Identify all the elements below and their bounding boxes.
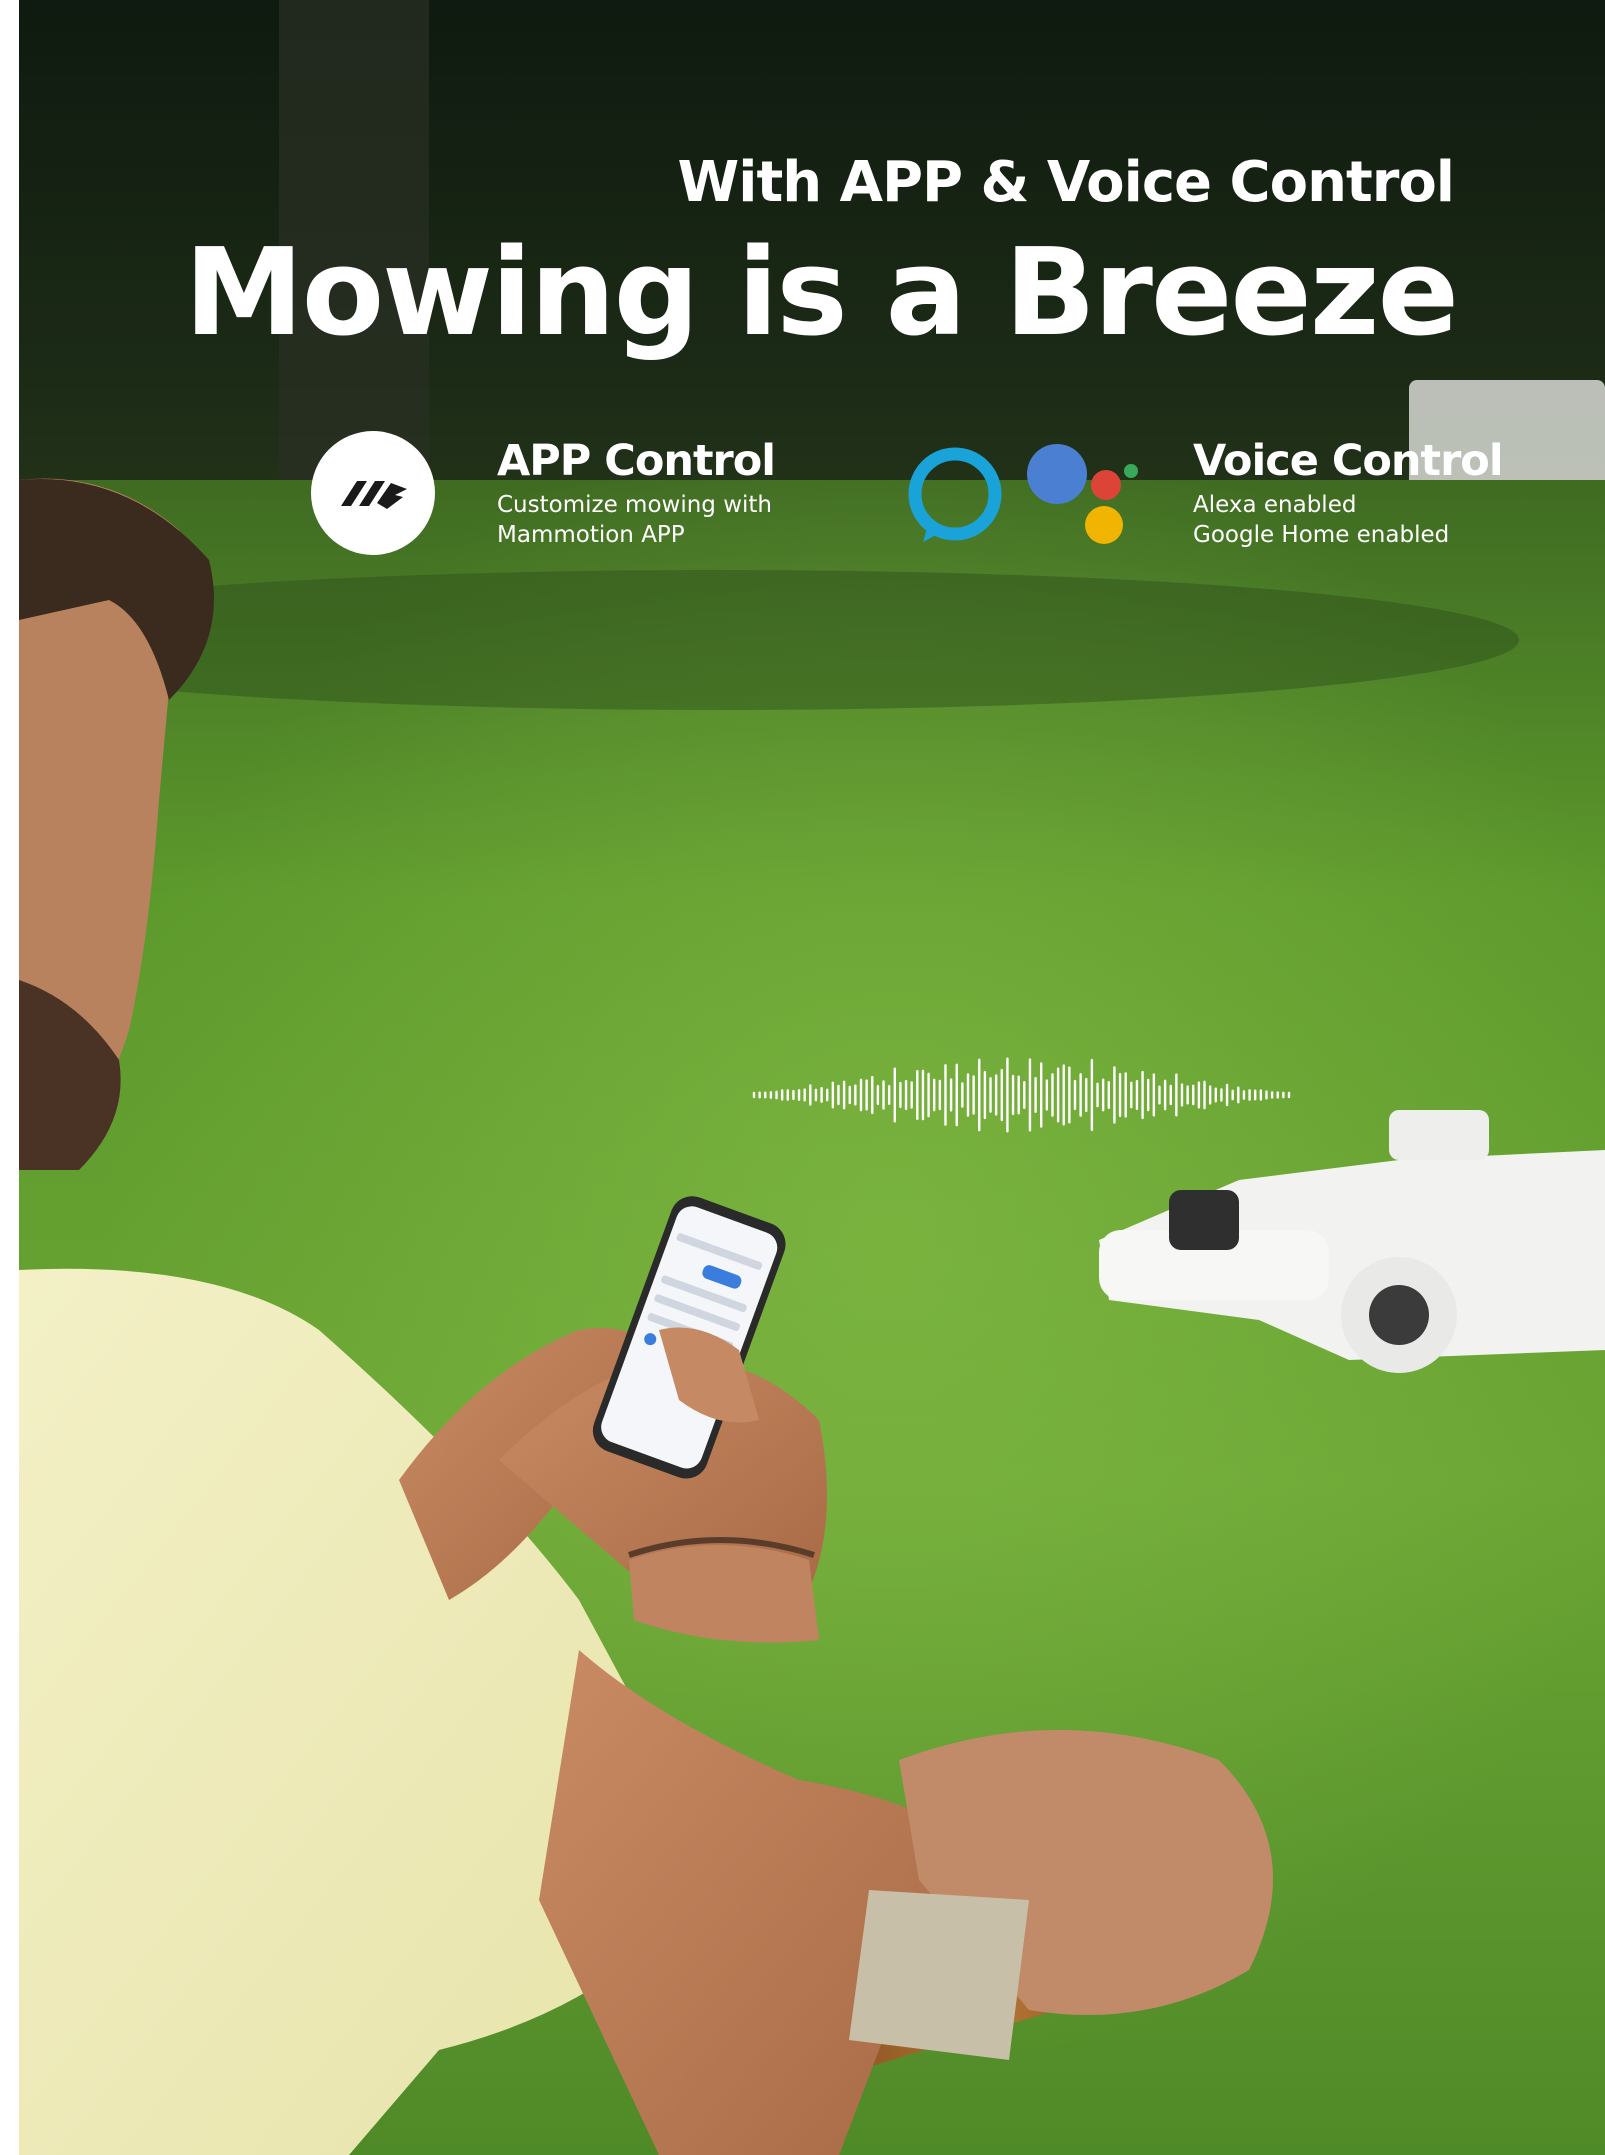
headline-subtitle: With APP & Voice Control (677, 150, 1455, 215)
garden-photo: With APP & Voice Control Mowing is a Bre… (0, 0, 1605, 2155)
voice-control-alexa: Alexa enabled (1193, 492, 1357, 518)
app-control-description-2: Mammotion APP (497, 522, 685, 548)
alexa-ring-icon (905, 444, 1005, 548)
headline-title: Mowing is a Breeze (184, 224, 1459, 363)
voice-control-title: Voice Control (1193, 436, 1504, 486)
app-control-description: Customize mowing with (497, 492, 773, 518)
voice-control-google: Google Home enabled (1193, 522, 1450, 548)
google-assistant-dots-icon (1027, 440, 1139, 552)
advertisement-page: With APP & Voice Control Mowing is a Bre… (0, 0, 1605, 2155)
mammotion-logo-icon (311, 431, 435, 559)
app-control-title: APP Control (497, 436, 776, 486)
left-border (0, 0, 19, 2155)
